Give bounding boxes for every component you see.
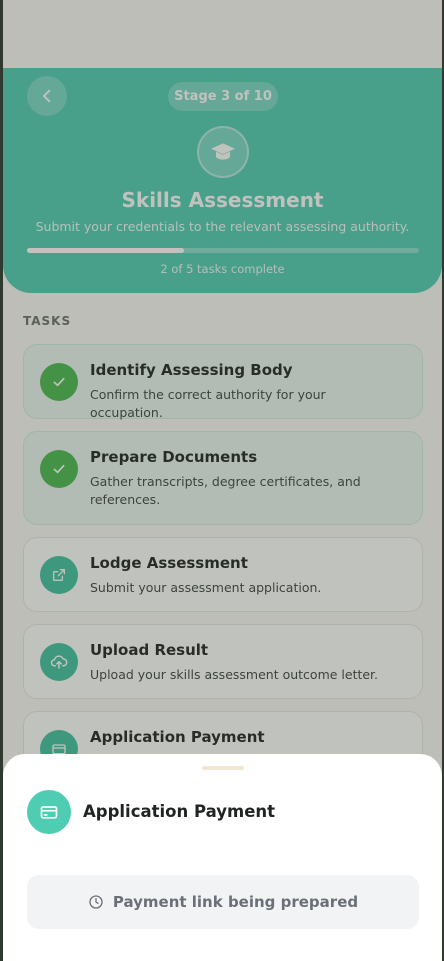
payment-status-text: Payment link being prepared <box>112 893 359 911</box>
sheet-title: Application Payment <box>83 802 276 821</box>
bottom-sheet: Application Payment Payment link being p… <box>3 754 442 961</box>
app-screen: Stage 3 of 10 Skills Assessment Submit y… <box>3 0 442 961</box>
clock-icon <box>89 895 103 909</box>
payment-status-button[interactable]: Payment link being prepared <box>27 875 419 929</box>
sheet-drag-handle[interactable] <box>202 766 244 770</box>
credit-card-icon <box>27 790 71 834</box>
